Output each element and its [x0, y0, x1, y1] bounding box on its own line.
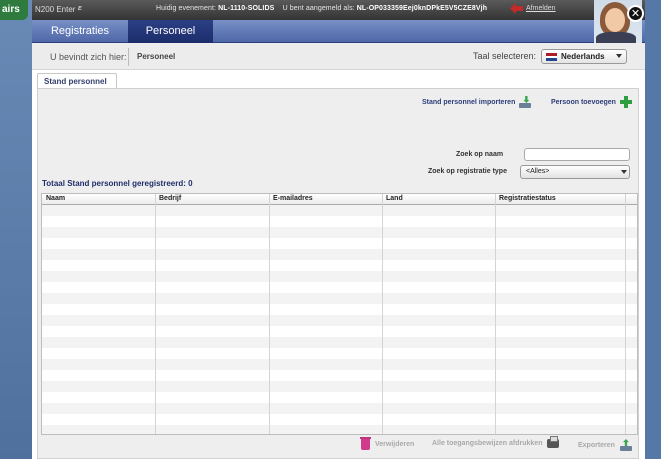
close-icon[interactable]: ✕	[627, 5, 644, 22]
column-divider	[382, 194, 383, 434]
table-row	[42, 326, 637, 337]
table-row	[42, 260, 637, 271]
login-id: NL-OP033359Eej0knDPkE5V5CZE8Vjh	[356, 5, 488, 12]
top-bar: N200 Enter ᴱ Huidig evenement: NL-1110-S…	[32, 0, 645, 20]
import-icon[interactable]	[519, 96, 532, 108]
table-row	[42, 337, 637, 348]
main-panel: N200 Enter ᴱ Huidig evenement: NL-1110-S…	[32, 0, 645, 459]
table-row	[42, 238, 637, 249]
personnel-table: Naam Bedrijf E-mailadres Land Registrati…	[41, 193, 638, 435]
column-divider	[269, 194, 270, 434]
search-name-input[interactable]	[524, 148, 630, 161]
language-select[interactable]: Nederlands	[541, 49, 627, 64]
chevron-down-icon	[616, 54, 622, 58]
language-selected: Nederlands	[561, 52, 605, 61]
table-row	[42, 216, 637, 227]
import-label[interactable]: Stand personnel importeren	[422, 99, 515, 106]
registration-type-select[interactable]: <Alles>	[520, 165, 630, 179]
dutch-flag-icon	[546, 53, 557, 61]
column-header-status[interactable]: Registratiestatus	[495, 195, 556, 202]
logout-button[interactable]: Afmelden	[510, 3, 556, 14]
brand-mark: ᴱ	[77, 5, 82, 14]
export-label[interactable]: Exporteren	[578, 442, 615, 449]
logout-link[interactable]: Afmelden	[526, 5, 556, 12]
table-row	[42, 403, 637, 414]
table-row	[42, 249, 637, 260]
logout-arrow-icon[interactable]	[510, 3, 523, 14]
table-header: Naam Bedrijf E-mailadres Land Registrati…	[42, 194, 637, 205]
import-button[interactable]: Stand personnel importeren	[422, 96, 532, 108]
content-area: Stand personnel importeren Persoon toevo…	[37, 88, 639, 459]
login-label: U bent aangemeld als:	[282, 5, 355, 12]
plus-icon[interactable]	[619, 96, 632, 108]
table-row	[42, 370, 637, 381]
registration-type-selected: <Alles>	[526, 168, 550, 175]
chevron-down-icon	[621, 170, 627, 174]
table-row	[42, 414, 637, 425]
brand: N200 Enter ᴱ	[35, 5, 82, 14]
print-all-button[interactable]: Alle toegangsbewijzen afdrukken	[432, 436, 560, 448]
event-label: Huidig evenement:	[156, 5, 217, 12]
table-row	[42, 425, 637, 434]
column-header-naam[interactable]: Naam	[42, 195, 65, 202]
main-nav: Registraties Personeel	[32, 20, 645, 43]
add-person-label[interactable]: Persoon toevoegen	[551, 99, 616, 106]
column-header-bedrijf[interactable]: Bedrijf	[155, 195, 181, 202]
table-row	[42, 282, 637, 293]
printer-icon[interactable]	[547, 436, 560, 448]
right-background-strip	[645, 0, 661, 459]
table-row	[42, 271, 637, 282]
trash-icon[interactable]	[360, 437, 371, 450]
total-count: Totaal Stand personnel geregistreerd: 0	[42, 179, 193, 188]
table-row	[42, 205, 637, 216]
column-divider	[625, 194, 626, 434]
table-row	[42, 293, 637, 304]
table-row	[42, 227, 637, 238]
table-row	[42, 315, 637, 326]
column-divider	[155, 194, 156, 434]
print-all-label[interactable]: Alle toegangsbewijzen afdrukken	[432, 440, 542, 447]
breadcrumb-divider	[128, 48, 129, 66]
column-header-email[interactable]: E-mailadres	[269, 195, 313, 202]
export-icon[interactable]	[619, 439, 632, 451]
event-code: NL-1110-SOLIDS	[218, 5, 275, 12]
registration-type-label: Zoek op registratie type	[428, 168, 507, 175]
table-row	[42, 392, 637, 403]
table-row	[42, 348, 637, 359]
delete-button[interactable]: Verwijderen	[360, 437, 414, 450]
tab-registraties[interactable]: Registraties	[32, 20, 128, 43]
export-button[interactable]: Exporteren	[578, 439, 632, 451]
table-body	[42, 205, 637, 434]
delete-label[interactable]: Verwijderen	[375, 441, 414, 448]
breadcrumb-current: Personeel	[137, 52, 176, 61]
table-row	[42, 381, 637, 392]
breadcrumb: U bevindt zich hier: Personeel Taal sele…	[32, 43, 645, 70]
tab-personeel[interactable]: Personeel	[128, 20, 213, 43]
tab-stand-personnel[interactable]: Stand personnel	[37, 73, 117, 89]
column-divider	[495, 194, 496, 434]
add-person-button[interactable]: Persoon toevoegen	[551, 96, 632, 108]
language-label: Taal selecteren:	[473, 51, 537, 61]
table-row	[42, 304, 637, 315]
brand-name: N200 Enter	[35, 5, 76, 14]
table-row	[42, 359, 637, 370]
left-background-strip: airs	[0, 0, 32, 459]
search-name-label: Zoek op naam	[456, 151, 504, 158]
breadcrumb-label: U bevindt zich hier:	[50, 52, 127, 62]
session-info: Huidig evenement: NL-1110-SOLIDS U bent …	[156, 5, 487, 12]
column-header-land[interactable]: Land	[382, 195, 403, 202]
partner-logo: airs	[0, 0, 28, 20]
